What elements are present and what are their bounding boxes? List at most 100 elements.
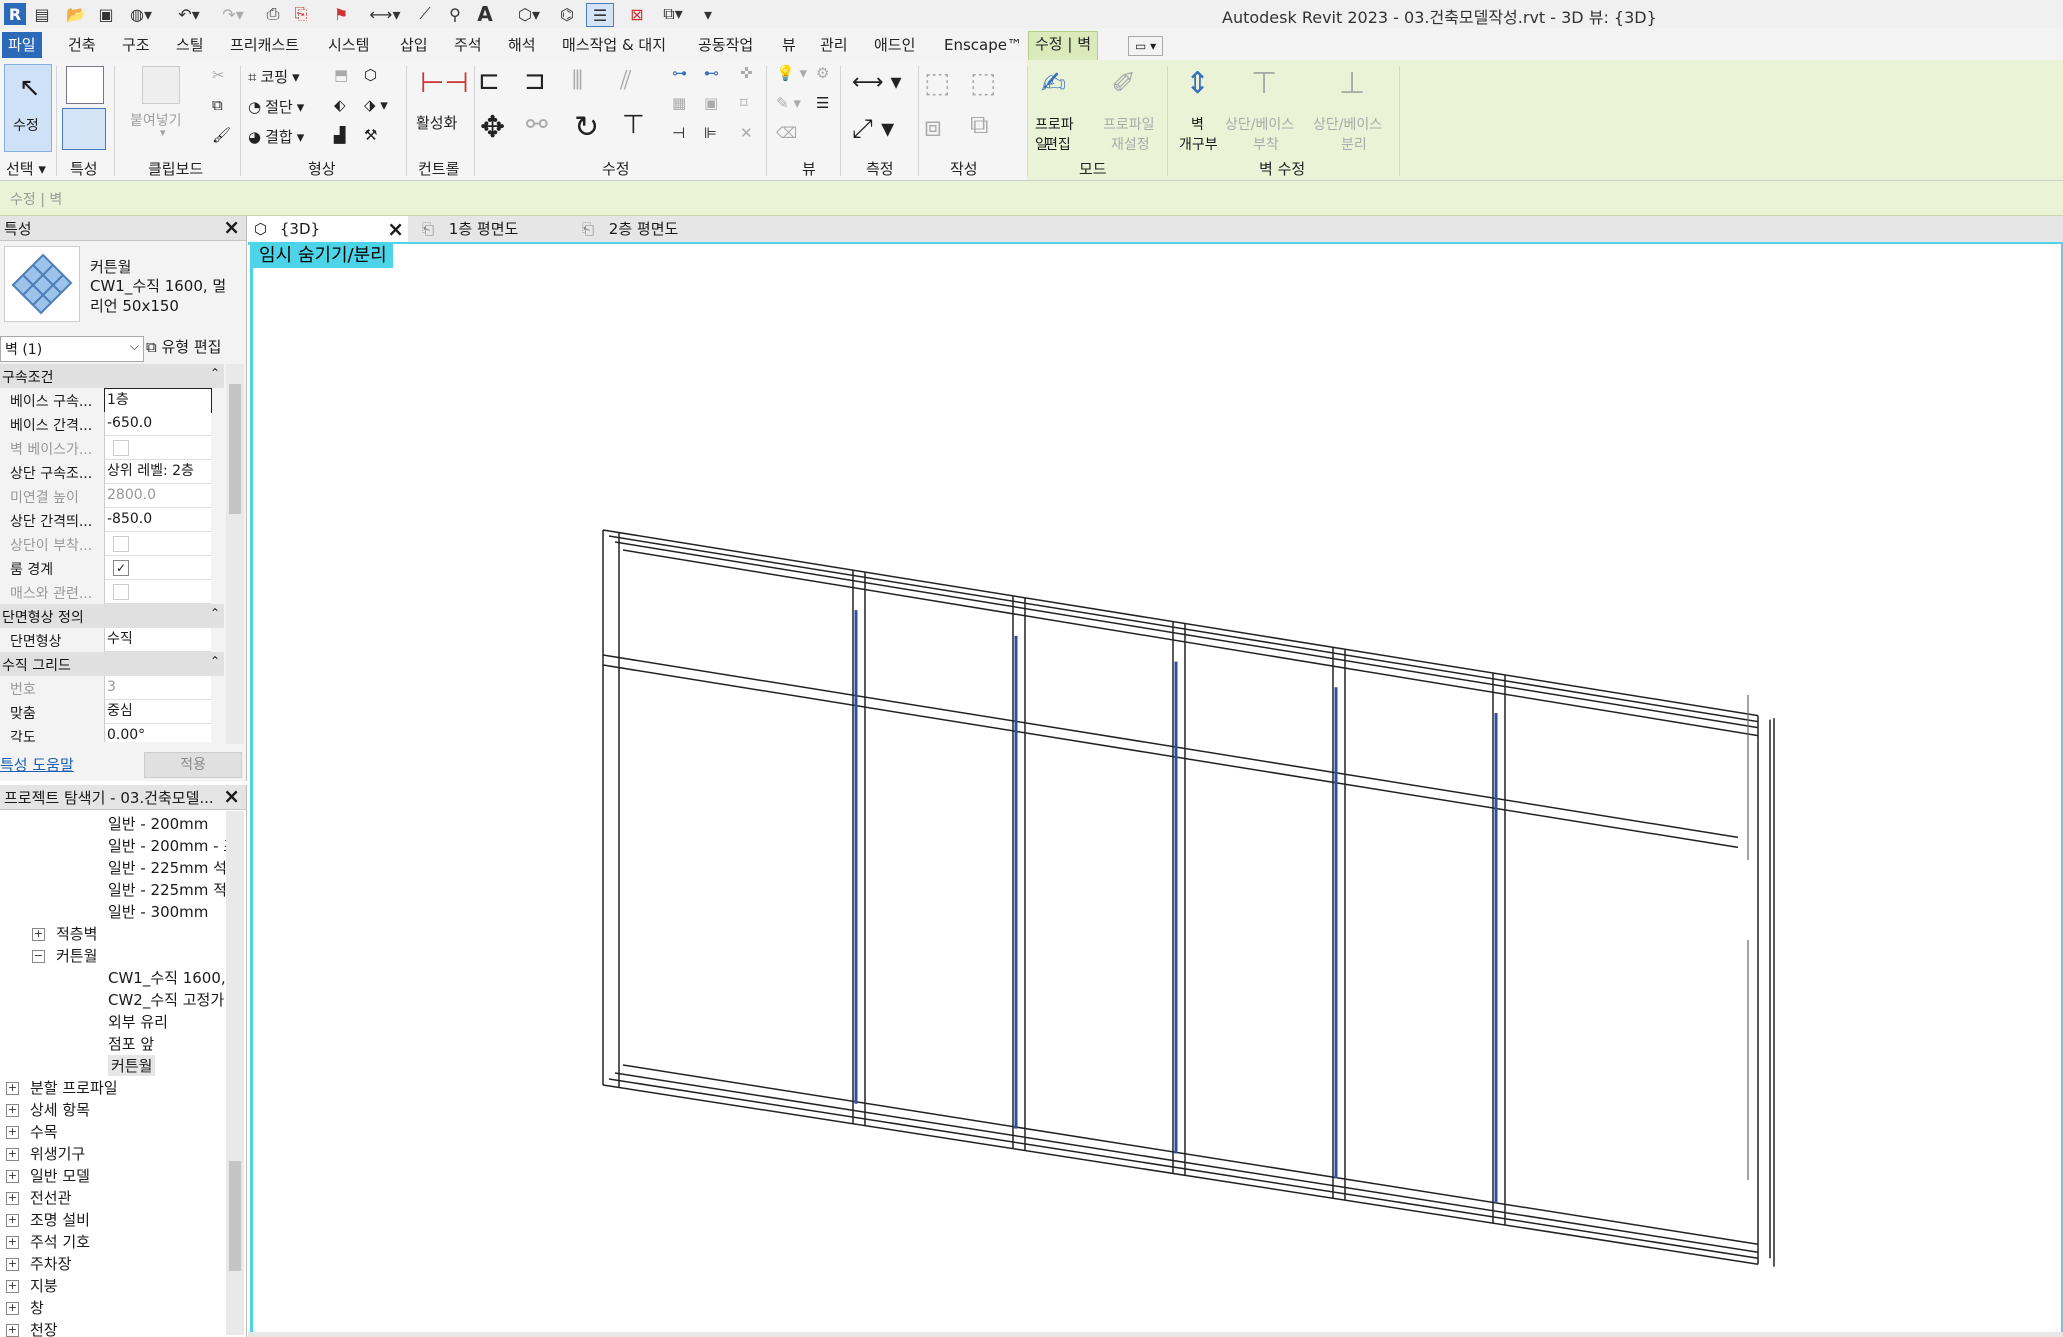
- linework-icon[interactable]: ✎ ▾: [776, 94, 801, 112]
- paste-icon[interactable]: [142, 66, 180, 104]
- expand-icon[interactable]: +: [6, 1170, 19, 1183]
- tab-structure[interactable]: 구조: [116, 33, 156, 57]
- properties-scrollbar[interactable]: [226, 364, 244, 744]
- extend-icon[interactable]: ⊫: [704, 124, 717, 142]
- print-icon[interactable]: ⎙: [262, 3, 284, 25]
- scale-icon[interactable]: ▣: [704, 94, 718, 112]
- expand-icon[interactable]: +: [6, 1324, 19, 1337]
- browser-tree-item[interactable]: 천장: [30, 1319, 58, 1337]
- paint-icon[interactable]: ⚒: [364, 126, 377, 144]
- close-icon[interactable]: ×: [223, 784, 240, 808]
- section-constraints[interactable]: 구속조건 ⌃: [0, 364, 224, 388]
- graphics-icon[interactable]: ☰: [816, 94, 829, 112]
- align-icon[interactable]: ⊏: [478, 66, 500, 96]
- split-gap-icon[interactable]: ⊷: [704, 64, 719, 82]
- attach-top-base-button[interactable]: ⊤ 상단/베이스 부착: [1225, 64, 1309, 156]
- cope-button[interactable]: ⌗ 코핑 ▾: [248, 66, 300, 87]
- expand-icon[interactable]: +: [6, 1148, 19, 1161]
- geometry-tool-2-icon[interactable]: ⬡: [364, 66, 377, 84]
- create-similar-icon[interactable]: ⧉: [970, 110, 989, 141]
- tag-icon[interactable]: ⚲: [444, 3, 466, 25]
- apply-button[interactable]: 적용: [144, 752, 242, 778]
- browser-tree-item[interactable]: 커튼월: [108, 1055, 156, 1076]
- eraser-icon[interactable]: ⌫: [776, 124, 797, 142]
- undo-icon[interactable]: ↶▾: [172, 3, 206, 25]
- offset-icon[interactable]: ⊐: [524, 66, 546, 96]
- browser-tree-item[interactable]: 점포 앞: [108, 1033, 154, 1054]
- panel-toggle-icon[interactable]: ▭ ▾: [1128, 36, 1164, 56]
- tab-analyze[interactable]: 해석: [502, 33, 542, 57]
- tab-file[interactable]: 파일: [2, 32, 42, 58]
- redo-icon[interactable]: ↷▾: [216, 3, 250, 25]
- edit-profile-button[interactable]: ✍ 프로파일 편집: [1031, 64, 1085, 156]
- browser-tree-item[interactable]: CW1_수직 1600,: [108, 967, 226, 988]
- prop-top-constraint[interactable]: 상단 구속조... 상위 레벨: 2층: [0, 460, 224, 484]
- browser-tree-item[interactable]: 지붕: [30, 1275, 58, 1296]
- browser-tree-item[interactable]: 일반 - 225mm 적: [108, 879, 226, 900]
- cut-button[interactable]: ◔ 절단 ▾: [248, 96, 304, 117]
- browser-tree-item[interactable]: 적층벽: [56, 923, 97, 944]
- expand-icon[interactable]: +: [6, 1192, 19, 1205]
- tab-floor-plan-1[interactable]: ⎗ 1층 평면도: [416, 216, 566, 242]
- tab-view[interactable]: 뷰: [776, 33, 802, 57]
- switch-windows-icon[interactable]: ⧉▾: [656, 3, 690, 25]
- rotate-icon[interactable]: ↻: [574, 110, 599, 145]
- geometry-tool-4-icon[interactable]: ⬗ ▾: [364, 96, 388, 114]
- array-icon[interactable]: ▦: [672, 94, 686, 112]
- modify-button[interactable]: ↖ 수정: [4, 64, 52, 152]
- browser-tree-item[interactable]: 일반 - 200mm - 조: [108, 835, 226, 856]
- dimension-icon[interactable]: ⟷▾: [368, 3, 402, 25]
- expand-icon[interactable]: +: [6, 1280, 19, 1293]
- prop-justification[interactable]: 맞춤 중심: [0, 700, 224, 724]
- prop-angle[interactable]: 각도 0.00°: [0, 724, 224, 742]
- section-cross-section[interactable]: 단면형상 정의 ⌃: [0, 604, 224, 628]
- unpin-icon[interactable]: ✜: [740, 64, 753, 82]
- browser-tree-item[interactable]: 일반 - 225mm 석: [108, 857, 226, 878]
- browser-tree-item[interactable]: 수목: [30, 1121, 58, 1142]
- paste-dropdown-icon[interactable]: ▾: [160, 126, 166, 139]
- copy-icon[interactable]: ⧉: [212, 96, 223, 114]
- tab-floor-plan-2[interactable]: ⎗ 2층 평면도: [576, 216, 726, 242]
- group-label-select[interactable]: 선택 ▾: [6, 158, 46, 179]
- scroll-thumb[interactable]: [229, 384, 241, 514]
- cut-clip-icon[interactable]: ✂: [212, 66, 225, 84]
- prop-room-bounding[interactable]: 룸 경계 ✓: [0, 556, 224, 580]
- home-icon[interactable]: ▤: [32, 3, 52, 25]
- trim-multi-icon[interactable]: ⊣: [672, 124, 685, 142]
- browser-tree-item[interactable]: 주차장: [30, 1253, 71, 1274]
- checkbox-checked[interactable]: ✓: [113, 560, 129, 576]
- text-icon[interactable]: A: [474, 2, 496, 26]
- tab-manage[interactable]: 관리: [814, 33, 854, 57]
- trim-icon[interactable]: ⊤: [622, 110, 645, 140]
- activate-dimensions-icon[interactable]: ⊢⊣: [420, 66, 469, 102]
- browser-tree-item[interactable]: 일반 - 200mm: [108, 813, 208, 834]
- browser-tree-item[interactable]: 조명 설비: [30, 1209, 90, 1230]
- tab-annotate[interactable]: 주석: [448, 33, 488, 57]
- properties-help-link[interactable]: 특성 도움말: [0, 754, 74, 775]
- scroll-thumb[interactable]: [229, 1161, 241, 1271]
- save-icon[interactable]: ▣: [96, 3, 116, 25]
- close-icon[interactable]: ×: [387, 216, 404, 242]
- tab-collaborate[interactable]: 공동작업: [692, 33, 759, 57]
- open-icon[interactable]: 📂: [66, 3, 86, 25]
- create-group-icon[interactable]: ⧈: [924, 110, 942, 144]
- spot-icon[interactable]: ⟋: [414, 3, 436, 25]
- customize-qa-icon[interactable]: ▾: [700, 3, 716, 25]
- reset-profile-button[interactable]: ✐ 프로파일 재설정: [1099, 64, 1159, 156]
- curtain-wall-model[interactable]: [253, 244, 2061, 1332]
- expand-icon[interactable]: +: [32, 928, 45, 941]
- expand-icon[interactable]: +: [6, 1236, 19, 1249]
- aligned-dimension-icon[interactable]: ⤢ ▾: [852, 114, 894, 145]
- geometry-tool-1-icon[interactable]: ⬒: [334, 66, 348, 84]
- geometry-tool-5-icon[interactable]: ▟: [334, 126, 346, 144]
- split-icon[interactable]: ⊶: [672, 64, 687, 82]
- geometry-tool-3-icon[interactable]: ⬖: [334, 96, 346, 114]
- wall-opening-button[interactable]: ⇕ 벽 개구부: [1175, 64, 1221, 156]
- tab-steel[interactable]: 스틸: [170, 33, 210, 57]
- measure-between-icon[interactable]: ⟷ ▾: [852, 70, 902, 95]
- browser-tree-item[interactable]: CW2_수직 고정가: [108, 989, 224, 1010]
- create-assembly-icon[interactable]: ⬚: [924, 66, 950, 99]
- tab-architecture[interactable]: 건축: [62, 33, 102, 57]
- 3d-view-canvas[interactable]: 임시 숨기기/분리: [250, 244, 2063, 1335]
- browser-tree-item[interactable]: 커튼월: [56, 945, 97, 966]
